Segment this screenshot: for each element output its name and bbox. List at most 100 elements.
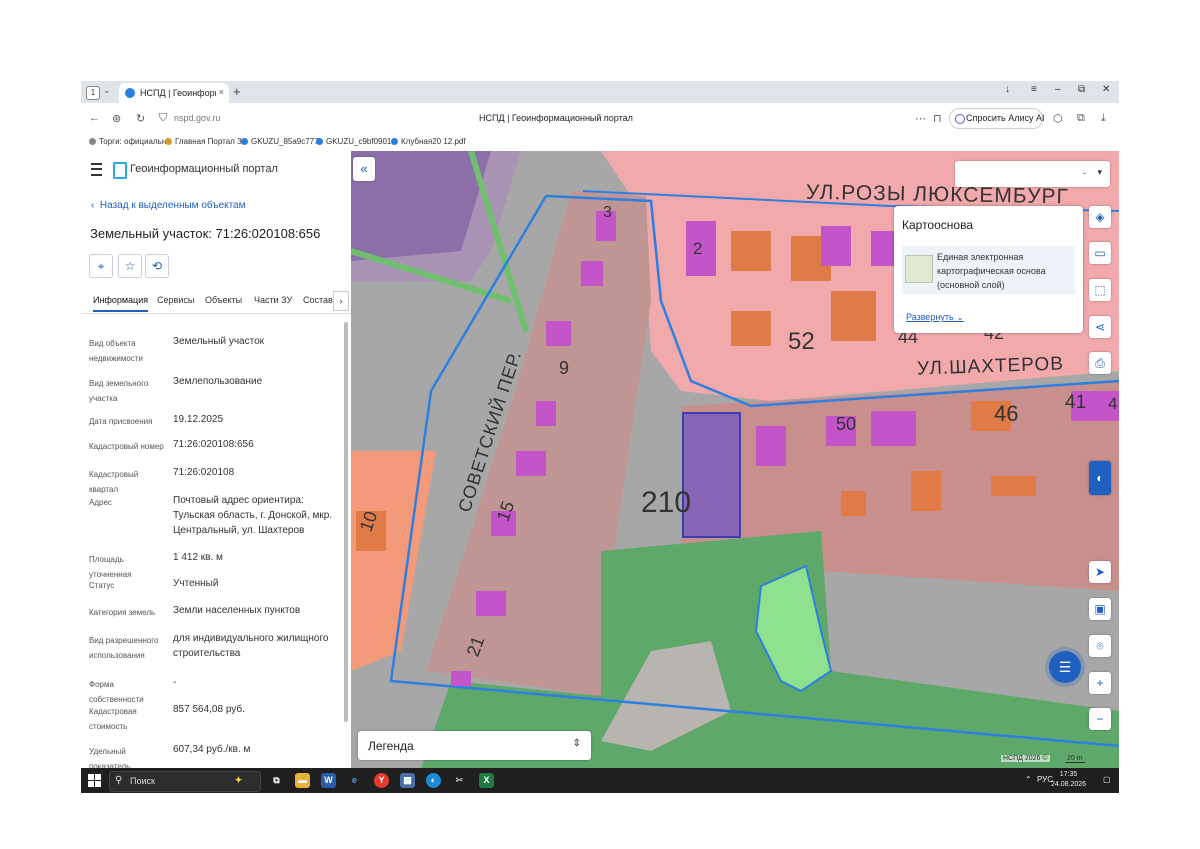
tab-services[interactable]: Сервисы [157,295,194,305]
tab-parts[interactable]: Части ЗУ [254,295,292,305]
chevron-down-icon: ⌄ [956,312,964,322]
basemap-item[interactable]: Единая электронная картографическая осно… [902,246,1075,294]
bookmark-favicon-icon [391,138,398,145]
calculator-icon[interactable]: ▦ [400,773,415,788]
security-shield-icon: ⛉ [159,112,168,124]
property-label: Дата присвоения [89,417,153,426]
bookmark-favicon-icon [89,138,96,145]
menu-icon[interactable]: ≡ [1031,84,1037,95]
edge-legacy-icon[interactable]: e [347,773,362,788]
clock-date: 24.08.2026 [1051,781,1087,788]
sparkle-icon[interactable]: ✦ [231,773,246,788]
bookmark-item[interactable]: Клубная20 12.pdf [391,137,466,146]
share-button[interactable]: ⋖ [1089,316,1111,338]
download-status-icon[interactable]: ↓ [1005,84,1010,95]
property-value: 607,34 руб./кв. м [173,744,251,755]
target-icon: ⌖ [97,259,105,273]
print-button[interactable]: ⎙ [1089,352,1111,374]
excel-icon[interactable]: X [479,773,494,788]
more-icon[interactable]: ⋯ [915,112,926,125]
minimap-button[interactable]: ▣ [1089,598,1111,620]
house-number: 4 [1108,394,1118,413]
reader-icon[interactable]: ⧉ [1077,112,1085,125]
basemap-item-name: Единая электронная картографическая осно… [937,252,1046,290]
tray-chevron-icon[interactable]: ⌃ [1025,775,1032,784]
bookmark-item[interactable]: GKUZU_85a9c777 [241,137,319,146]
history-button[interactable]: ⟲ [145,254,169,278]
windows-start-icon[interactable] [88,774,101,787]
locate-me-button[interactable]: ➤ [1089,561,1111,583]
restore-icon[interactable]: ⧉ [1078,84,1085,95]
layers-tool-button[interactable]: ◈ [1089,206,1111,228]
chat-button[interactable]: ☰ [1049,651,1081,683]
back-arrow-icon[interactable]: ← [89,112,100,124]
sidebar-scrollbar[interactable] [344,322,348,722]
favorite-button[interactable]: ☆ [118,254,142,278]
property-value: - [173,677,177,688]
edge-icon[interactable]: ◐ [426,773,441,788]
minus-icon: − [1096,712,1104,726]
property-label: Кадастровый квартал [89,470,139,494]
measure-tool-button[interactable]: ▭ [1089,242,1111,264]
select-area-button[interactable]: ⬚ [1089,279,1111,301]
back-to-selection-link[interactable]: ‹ Назад к выделенным объектам [91,200,246,211]
tab-information[interactable]: Информация [93,295,149,312]
bookmark-favicon-icon [165,138,172,145]
legend-dropdown[interactable]: Легенда ⇕ [358,731,591,760]
zoom-in-button[interactable]: + [1089,672,1111,694]
bookmark-item[interactable]: Главная Портал З [165,137,242,146]
property-label: Вид объекта недвижимости [89,339,143,363]
house-number: 210 [641,486,692,519]
property-label: Вид земельного участка [89,379,149,403]
reload-icon[interactable]: ↻ [136,112,145,125]
task-view-icon[interactable]: ⧉ [269,773,284,788]
file-explorer-icon[interactable]: ▬ [295,773,310,788]
tab-composition[interactable]: Состав [303,295,333,305]
vpn-shield-icon[interactable]: ⊛ [112,112,121,125]
bookmark-icon[interactable]: ⊓ [933,112,942,125]
bookmarks-bar: Торги: официальн Главная Портал З GKUZU_… [81,133,1119,152]
browser-tab-active[interactable]: НСПД | Геоинформаци × [119,83,229,103]
chevron-left-icon: ‹ [91,200,95,211]
property-label: Статус [89,581,115,590]
bookmark-item[interactable]: GKUZU_c9bf0901 [316,137,391,146]
property-value: для индивидуального жилищного строительс… [173,633,329,659]
scale-bar: 20 m [1065,755,1085,763]
collapse-sidebar-button[interactable]: « [353,157,375,181]
tab-close-icon[interactable]: × [219,87,224,97]
zoom-out-button[interactable]: − [1089,708,1111,730]
page-title: НСПД | Геоинформационный портал [479,113,633,123]
expand-link[interactable]: Развернуть ⌄ [906,312,964,323]
assistant-tab-button[interactable]: ◐ [1089,461,1111,495]
snipping-tool-icon[interactable]: ✂ [452,773,467,788]
dropdown-arrow-icon: ▾ [1097,167,1102,177]
map-canvas[interactable]: УЛ.РОЗЫ ЛЮКСЕМБУРГ УЛ.ШАХТЕРОВ СОВЕТСКИЙ… [351,151,1119,768]
close-window-icon[interactable]: ✕ [1102,84,1110,95]
tab-counter[interactable]: 1 [86,86,100,100]
ask-alice-button[interactable]: Спросить Алису AI [949,108,1045,129]
layer-select[interactable]: - ▾ [955,161,1110,187]
new-tab-button[interactable]: + [233,84,241,99]
geolocation-button[interactable]: ⌾ [1089,635,1111,657]
downloads-icon[interactable]: ⤓ [1101,112,1106,125]
tabs-scroll-right-button[interactable]: › [333,291,349,311]
minimize-icon[interactable]: – [1055,84,1061,95]
locate-object-button[interactable]: ⌖ [89,254,113,278]
info-tabs: Информация Сервисы Объекты Части ЗУ Сост… [81,289,351,314]
hamburger-menu-icon[interactable] [91,163,102,176]
word-icon[interactable]: W [321,773,336,788]
yandex-browser-icon[interactable]: Y [374,773,389,788]
url-field[interactable]: nspd.gov.ru [174,113,220,123]
layer-select-value: - [1083,168,1086,178]
chevron-down-icon[interactable]: ⌄ [103,85,111,96]
property-label: Вид разрешенного использования [89,636,159,660]
house-number: 2 [693,239,703,258]
tab-objects[interactable]: Объекты [205,295,242,305]
extensions-icon[interactable]: ⬡ [1053,112,1063,125]
select-area-icon: ⬚ [1094,283,1106,297]
bookmark-item[interactable]: Торги: официальн [89,137,166,146]
taskbar-clock[interactable]: 17:35 24.08.2026 [1051,770,1086,790]
site-favicon-icon [125,88,135,98]
notification-icon[interactable]: ▢ [1103,775,1111,784]
house-number: 46 [994,401,1019,426]
